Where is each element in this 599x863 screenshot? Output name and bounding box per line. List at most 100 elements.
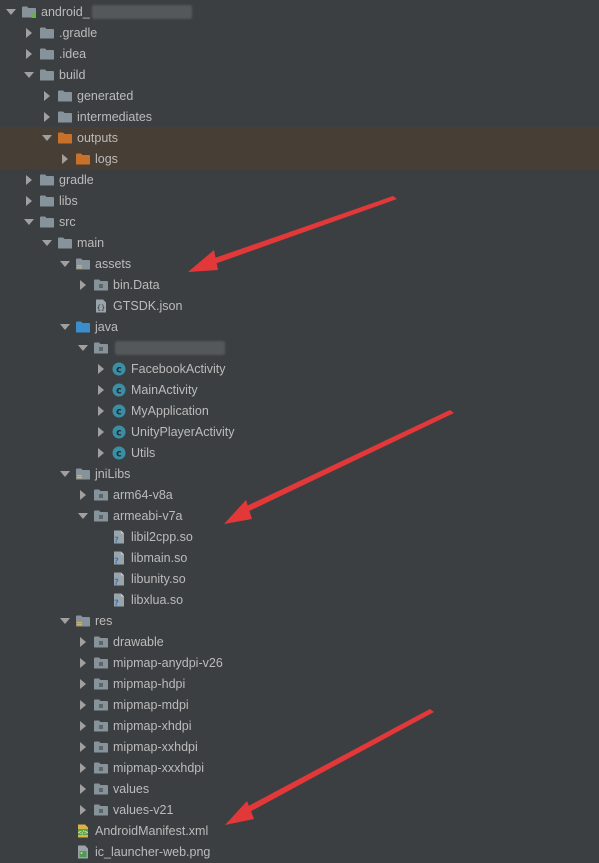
chevron-right-icon[interactable]: [96, 405, 106, 416]
chevron-right-icon[interactable]: [24, 48, 34, 59]
chevron-down-icon[interactable]: [6, 7, 16, 17]
tree-row[interactable]: values: [0, 778, 599, 799]
tree-row[interactable]: [0, 337, 599, 358]
package-folder-icon: [94, 782, 108, 796]
tree-row[interactable]: outputs: [0, 127, 599, 148]
tree-row[interactable]: {} GTSDK.json: [0, 295, 599, 316]
tree-row[interactable]: c MainActivity: [0, 379, 599, 400]
tree-row[interactable]: generated: [0, 85, 599, 106]
chevron-right-icon[interactable]: [24, 174, 34, 185]
tree-row[interactable]: mipmap-xhdpi: [0, 715, 599, 736]
chevron-right-icon[interactable]: [96, 384, 106, 395]
tree-row[interactable]: ? libunity.so: [0, 568, 599, 589]
tree-row[interactable]: ? libil2cpp.so: [0, 526, 599, 547]
chevron-right-icon[interactable]: [78, 279, 88, 290]
chevron-right-icon[interactable]: [78, 489, 88, 500]
tree-item-label: FacebookActivity: [131, 361, 226, 376]
tree-row[interactable]: java: [0, 316, 599, 337]
tree-row[interactable]: intermediates: [0, 106, 599, 127]
folder-icon: [40, 173, 54, 187]
resource-folder-icon: [76, 257, 90, 271]
chevron-right-icon[interactable]: [24, 27, 34, 38]
tree-row[interactable]: values-v21: [0, 799, 599, 820]
chevron-right-icon[interactable]: [78, 720, 88, 731]
chevron-right-icon[interactable]: [78, 783, 88, 794]
tree-row[interactable]: ic_launcher-web.png: [0, 841, 599, 862]
tree-row[interactable]: </> AndroidManifest.xml: [0, 820, 599, 841]
tree-row[interactable]: mipmap-anydpi-v26: [0, 652, 599, 673]
tree-row[interactable]: assets: [0, 253, 599, 274]
tree-row[interactable]: drawable: [0, 631, 599, 652]
chevron-right-icon[interactable]: [96, 363, 106, 374]
tree-row[interactable]: ? libmain.so: [0, 547, 599, 568]
tree-row[interactable]: mipmap-xxxhdpi: [0, 757, 599, 778]
chevron-down-icon[interactable]: [60, 322, 70, 332]
tree-row[interactable]: main: [0, 232, 599, 253]
tree-row[interactable]: src: [0, 211, 599, 232]
tree-row[interactable]: mipmap-mdpi: [0, 694, 599, 715]
tree-row[interactable]: jniLibs: [0, 463, 599, 484]
tree-row[interactable]: mipmap-xxhdpi: [0, 736, 599, 757]
tree-item-label: gradle: [59, 172, 94, 187]
chevron-down-icon[interactable]: [42, 238, 52, 248]
chevron-down-icon[interactable]: [60, 469, 70, 479]
chevron-right-icon[interactable]: [78, 699, 88, 710]
tree-row[interactable]: .gradle: [0, 22, 599, 43]
chevron-down-icon[interactable]: [42, 133, 52, 143]
redacted-text: [115, 340, 225, 355]
package-folder-icon: [94, 719, 108, 733]
unknown-file-icon: ?: [112, 551, 126, 565]
tree-row[interactable]: .idea: [0, 43, 599, 64]
tree-row[interactable]: bin.Data: [0, 274, 599, 295]
svg-text:c: c: [116, 448, 122, 459]
tree-row[interactable]: c FacebookActivity: [0, 358, 599, 379]
chevron-down-icon[interactable]: [24, 70, 34, 80]
tree-row[interactable]: mipmap-hdpi: [0, 673, 599, 694]
chevron-down-icon[interactable]: [60, 259, 70, 269]
chevron-right-icon[interactable]: [78, 762, 88, 773]
chevron-right-icon[interactable]: [42, 111, 52, 122]
chevron-right-icon[interactable]: [78, 678, 88, 689]
tree-item-label: armeabi-v7a: [113, 508, 183, 523]
chevron-right-icon[interactable]: [60, 153, 70, 164]
tree-item-label: libs: [59, 193, 78, 208]
resource-folder-icon: [76, 467, 90, 481]
chevron-down-icon[interactable]: [78, 511, 88, 521]
chevron-right-icon[interactable]: [96, 447, 106, 458]
tree-item-label: ic_launcher-web.png: [95, 844, 211, 859]
tree-item-label: UnityPlayerActivity: [131, 424, 235, 439]
tree-row[interactable]: ? libxlua.so: [0, 589, 599, 610]
tree-row[interactable]: armeabi-v7a: [0, 505, 599, 526]
chevron-down-icon[interactable]: [78, 343, 88, 353]
class-icon: c: [112, 446, 126, 460]
tree-item-label: outputs: [77, 130, 119, 145]
tree-item-label: logs: [95, 151, 118, 166]
module-folder-icon: [22, 5, 36, 19]
package-folder-icon: [94, 341, 108, 355]
chevron-right-icon[interactable]: [24, 195, 34, 206]
chevron-right-icon[interactable]: [78, 657, 88, 668]
chevron-down-icon[interactable]: [24, 217, 34, 227]
tree-row[interactable]: c UnityPlayerActivity: [0, 421, 599, 442]
tree-row[interactable]: c MyApplication: [0, 400, 599, 421]
tree-row[interactable]: logs: [0, 148, 599, 169]
tree-row[interactable]: res: [0, 610, 599, 631]
chevron-right-icon[interactable]: [96, 426, 106, 437]
tree-item-label: mipmap-hdpi: [113, 676, 186, 691]
chevron-right-icon[interactable]: [78, 804, 88, 815]
tree-row[interactable]: gradle: [0, 169, 599, 190]
tree-item-label: mipmap-mdpi: [113, 697, 189, 712]
tree-row[interactable]: libs: [0, 190, 599, 211]
chevron-right-icon[interactable]: [78, 636, 88, 647]
tree-row[interactable]: arm64-v8a: [0, 484, 599, 505]
unknown-file-icon: ?: [112, 593, 126, 607]
tree-item-label: assets: [95, 256, 132, 271]
chevron-right-icon[interactable]: [78, 741, 88, 752]
tree-row[interactable]: android_: [0, 1, 599, 22]
manifest-file-icon: </>: [76, 824, 90, 838]
chevron-right-icon[interactable]: [42, 90, 52, 101]
chevron-down-icon[interactable]: [60, 616, 70, 626]
tree-row[interactable]: build: [0, 64, 599, 85]
tree-item-label: libxlua.so: [131, 592, 184, 607]
tree-row[interactable]: c Utils: [0, 442, 599, 463]
